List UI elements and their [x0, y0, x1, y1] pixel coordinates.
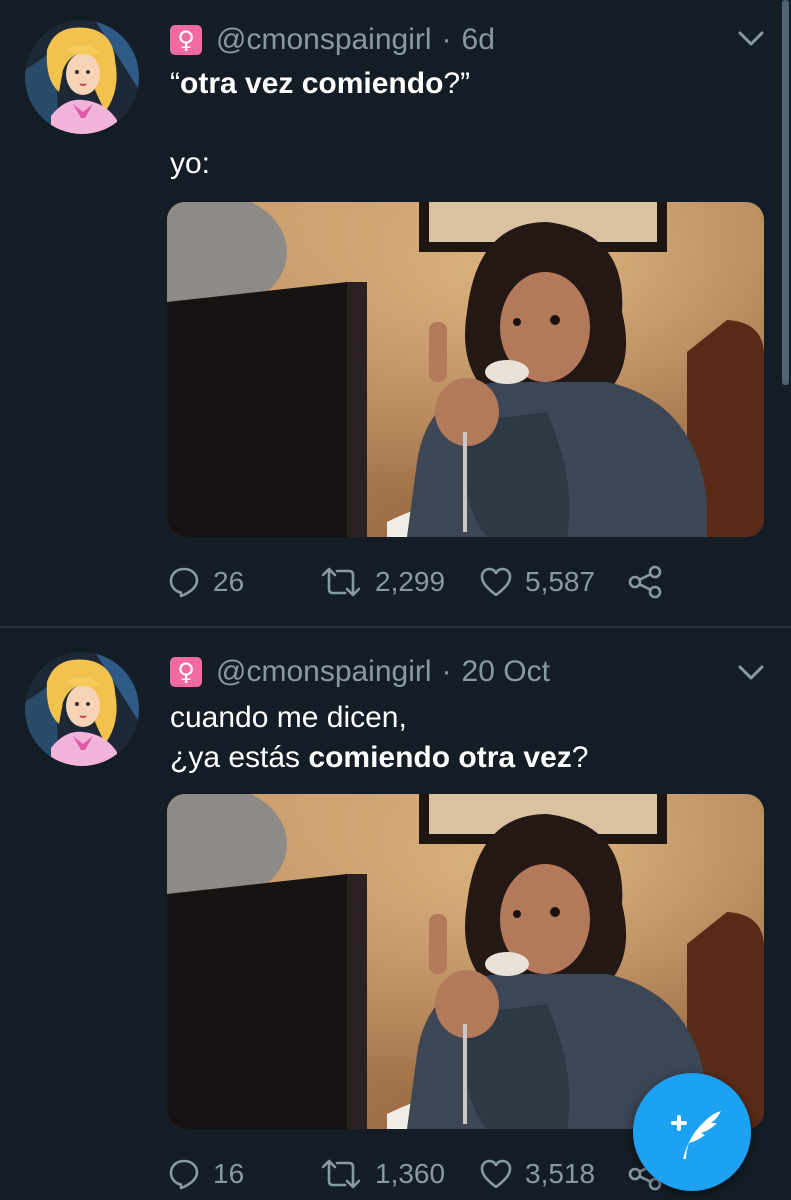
- tweet-actions: 16 1,360 3,518: [167, 1154, 663, 1194]
- tweet-text-run: “: [170, 67, 180, 100]
- reply-count: 16: [213, 1158, 245, 1189]
- timestamp[interactable]: 6d: [462, 23, 495, 57]
- tweet-text-line: cuando me dicen,: [170, 698, 588, 738]
- reply-icon: [169, 567, 199, 598]
- like-button[interactable]: 3,518: [479, 1157, 627, 1191]
- compose-tweet-button[interactable]: [633, 1073, 751, 1191]
- tweet-header: ♀ @cmonspaingirl · 20 Oct: [170, 652, 550, 692]
- user-handle[interactable]: @cmonspaingirl: [216, 655, 432, 689]
- avatar[interactable]: [25, 652, 139, 766]
- tweet-photo[interactable]: [167, 202, 764, 537]
- reply-count: 26: [213, 566, 245, 597]
- heart-icon: [480, 567, 512, 597]
- tweet-text-line: ¿ya estás comiendo otra vez?: [170, 738, 588, 778]
- tweet-text-line: “otra vez comiendo?”: [170, 64, 470, 104]
- heart-icon: [480, 1159, 512, 1189]
- tweet-text-run: ¿ya estás: [170, 741, 309, 774]
- reply-button[interactable]: 26: [167, 565, 319, 599]
- chevron-down-icon[interactable]: [737, 30, 765, 48]
- user-handle[interactable]: @cmonspaingirl: [216, 23, 432, 57]
- share-button[interactable]: [627, 565, 663, 599]
- avatar[interactable]: [25, 20, 139, 134]
- tweet-text-run: cuando me dicen,: [170, 701, 407, 734]
- retweet-count: 1,360: [375, 1158, 446, 1189]
- compose-tweet-icon: [671, 1111, 721, 1159]
- tweet-header: ♀ @cmonspaingirl · 6d: [170, 20, 495, 60]
- scrollbar[interactable]: [782, 0, 789, 385]
- reply-button[interactable]: 16: [167, 1157, 319, 1191]
- female-sign-icon: ♀: [170, 25, 202, 55]
- retweet-button[interactable]: 2,299: [319, 565, 479, 599]
- share-icon: [628, 565, 662, 599]
- separator: ·: [441, 655, 452, 688]
- like-count: 3,518: [525, 1158, 596, 1189]
- tweet-actions: 26 2,299 5,587: [167, 562, 663, 602]
- retweet-count: 2,299: [375, 566, 446, 597]
- retweet-button[interactable]: 1,360: [319, 1157, 479, 1191]
- separator: ·: [441, 23, 452, 56]
- tweet-text: cuando me dicen, ¿ya estás comiendo otra …: [170, 698, 588, 778]
- tweet[interactable]: ♀ @cmonspaingirl · 6d “otra vez comiendo…: [0, 0, 791, 626]
- female-sign-icon: ♀: [170, 657, 202, 687]
- like-count: 5,587: [525, 566, 596, 597]
- timestamp[interactable]: 20 Oct: [462, 655, 550, 689]
- tweet-text-bold: comiendo otra vez: [308, 741, 572, 774]
- retweet-icon: [321, 1159, 361, 1189]
- tweet-text-run: yo:: [170, 147, 211, 180]
- tweet-text-bold: otra vez comiendo: [180, 67, 444, 100]
- tweet-text-line: yo:: [170, 144, 470, 184]
- tweet-text-run: ?”: [443, 67, 471, 100]
- retweet-icon: [321, 567, 361, 597]
- chevron-down-icon[interactable]: [737, 664, 765, 682]
- reply-icon: [169, 1159, 199, 1190]
- tweet-text: “otra vez comiendo?” yo:: [170, 64, 470, 184]
- tweet-text-run: ?: [571, 741, 589, 774]
- like-button[interactable]: 5,587: [479, 565, 627, 599]
